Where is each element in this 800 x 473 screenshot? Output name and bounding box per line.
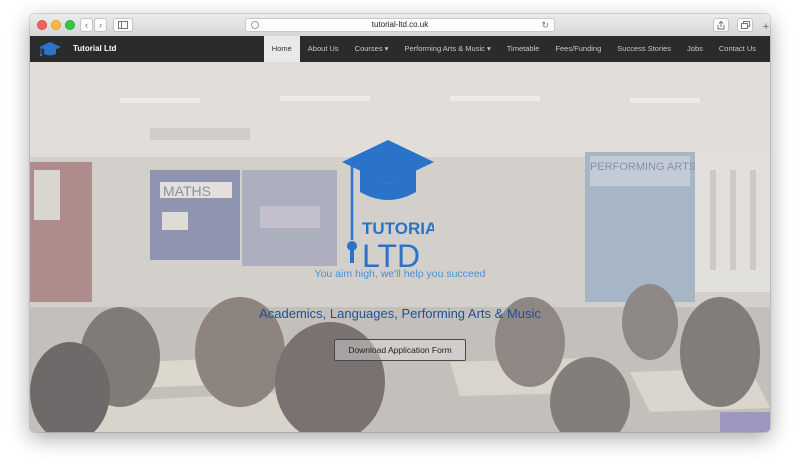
nav-jobs[interactable]: Jobs <box>679 36 711 62</box>
nav-fees-funding[interactable]: Fees/Funding <box>547 36 609 62</box>
site-brand[interactable]: Tutorial Ltd <box>73 36 116 62</box>
plus-icon[interactable]: + <box>760 20 770 34</box>
hero-tagline: You aim high, we'll help you succeed <box>314 268 486 280</box>
download-application-form-button[interactable]: Download Application Form <box>334 339 466 361</box>
nav-courses[interactable]: Courses ▾ <box>347 36 397 62</box>
sidebar-icon[interactable] <box>113 18 133 32</box>
browser-titlebar: ‹ › tutorial-ltd.co.uk ↻ + <box>30 14 770 37</box>
share-icon[interactable] <box>713 18 729 32</box>
logo-word: TUTORIAL <box>362 219 434 238</box>
url-text: tutorial-ltd.co.uk <box>371 20 429 29</box>
tutorial-ltd-logo: TUTORIAL LTD <box>342 140 434 270</box>
minimize-window-button[interactable] <box>51 20 61 30</box>
nav-home[interactable]: Home <box>263 36 300 62</box>
chevron-left-icon[interactable]: ‹ <box>80 18 93 32</box>
nav-timetable[interactable]: Timetable <box>499 36 548 62</box>
close-window-button[interactable] <box>37 20 47 30</box>
site-navbar: Tutorial Ltd Home About Us Courses ▾ Per… <box>30 36 770 62</box>
nav-performing-arts-music[interactable]: Performing Arts & Music ▾ <box>396 36 498 62</box>
chevron-right-icon[interactable]: › <box>94 18 107 32</box>
browser-window: ‹ › tutorial-ltd.co.uk ↻ + Tutorial Ltd … <box>30 14 770 432</box>
reload-icon[interactable]: ↻ <box>541 19 549 31</box>
hero-headline: Academics, Languages, Performing Arts & … <box>259 306 541 321</box>
hero-section: MATHS PERFORMING ARTS TUTORIA LTD You ai… <box>30 62 770 432</box>
nav-about-us[interactable]: About Us <box>300 36 347 62</box>
graduation-cap-icon[interactable] <box>38 41 62 57</box>
main-menu: Home About Us Courses ▾ Performing Arts … <box>263 36 764 62</box>
nav-success-stories[interactable]: Success Stories <box>609 36 679 62</box>
tabs-icon[interactable] <box>737 18 753 32</box>
logo-sub: LTD <box>362 238 420 270</box>
zoom-window-button[interactable] <box>65 20 75 30</box>
nav-contact-us[interactable]: Contact Us <box>711 36 764 62</box>
address-bar[interactable]: tutorial-ltd.co.uk ↻ <box>245 18 555 32</box>
